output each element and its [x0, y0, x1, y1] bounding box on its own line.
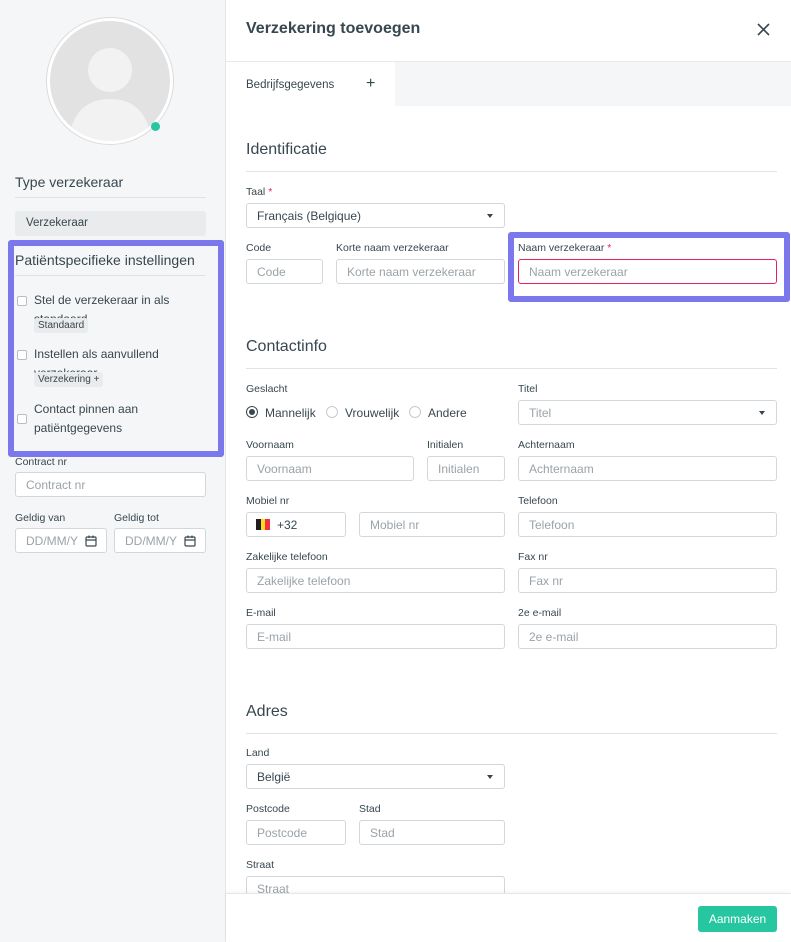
email2-label: 2e e-mail	[518, 607, 562, 619]
dialog-title: Verzekering toevoegen	[246, 20, 421, 37]
dialog: Verzekering toevoegen Bedrijfsgegevens +…	[226, 0, 791, 942]
city-label: Stad	[359, 803, 381, 815]
last-name-input[interactable]: Achternaam	[518, 456, 777, 481]
mobile-input[interactable]: Mobiel nr	[359, 512, 505, 537]
mobile-country-code[interactable]: +32	[246, 512, 346, 537]
last-name-label: Achternaam	[518, 439, 575, 451]
belgium-flag-icon	[256, 519, 270, 530]
close-icon[interactable]	[757, 23, 770, 36]
tab-company-details[interactable]: Bedrijfsgegevens +	[226, 62, 395, 107]
dialog-footer: Aanmaken	[226, 893, 791, 942]
initials-input[interactable]: Initialen	[427, 456, 505, 481]
country-label: Land	[246, 747, 270, 759]
gender-female-radio[interactable]	[326, 406, 338, 418]
tab-label: Bedrijfsgegevens	[246, 79, 335, 91]
online-status-dot	[151, 122, 160, 131]
calendar-icon	[184, 535, 196, 547]
valid-to-label: Geldig tot	[114, 512, 159, 524]
create-button[interactable]: Aanmaken	[698, 906, 777, 932]
divider	[246, 368, 777, 369]
fax-input[interactable]: Fax nr	[518, 568, 777, 593]
language-select[interactable]: Français (Belgique)	[246, 203, 505, 228]
valid-from-label: Geldig van	[15, 512, 66, 524]
email-input[interactable]: E-mail	[246, 624, 505, 649]
mobile-label: Mobiel nr	[246, 495, 290, 507]
gender-male-label: Mannelijk	[265, 406, 316, 420]
contract-label: Contract nr	[15, 456, 67, 468]
divider	[246, 171, 777, 172]
code-label: Code	[246, 242, 272, 254]
sidebar: Type verzekeraar Verzekeraar Patiëntspec…	[0, 0, 226, 942]
short-name-label: Korte naam verzekeraar	[336, 242, 449, 254]
postcode-label: Postcode	[246, 803, 290, 815]
add-tab-icon[interactable]: +	[366, 75, 375, 93]
initials-label: Initialen	[427, 439, 464, 451]
contact-title: Contactinfo	[246, 338, 327, 355]
country-select[interactable]: België	[246, 764, 505, 789]
gender-other-radio[interactable]	[409, 406, 421, 418]
title-select[interactable]: Titel	[518, 400, 777, 425]
insurer-name-input[interactable]: Naam verzekeraar	[518, 259, 777, 284]
valid-from-input[interactable]: DD/MM/Y	[15, 528, 107, 553]
email2-input[interactable]: 2e e-mail	[518, 624, 777, 649]
insurer-name-label: Naam verzekeraar *	[518, 242, 612, 254]
code-input[interactable]: Code	[246, 259, 323, 284]
street-label: Straat	[246, 859, 275, 871]
gender-label: Geslacht	[246, 383, 288, 395]
first-name-label: Voornaam	[246, 439, 294, 451]
gender-female-label: Vrouwelijk	[345, 406, 400, 420]
language-label: Taal *	[246, 186, 273, 198]
address-title: Adres	[246, 703, 288, 720]
valid-to-input[interactable]: DD/MM/Y	[114, 528, 206, 553]
calendar-icon	[85, 535, 97, 547]
work-phone-input[interactable]: Zakelijke telefoon	[246, 568, 505, 593]
short-name-input[interactable]: Korte naam verzekeraar	[336, 259, 505, 284]
divider	[15, 197, 206, 198]
work-phone-label: Zakelijke telefoon	[246, 551, 328, 563]
identification-title: Identificatie	[246, 141, 327, 158]
type-value[interactable]: Verzekeraar	[15, 211, 206, 236]
contract-input[interactable]: Contract nr	[15, 472, 206, 497]
phone-input[interactable]: Telefoon	[518, 512, 777, 537]
type-title: Type verzekeraar	[15, 174, 124, 190]
gender-other-label: Andere	[428, 406, 467, 420]
divider	[246, 733, 777, 734]
highlight-box	[8, 240, 224, 457]
email-label: E-mail	[246, 607, 276, 619]
first-name-input[interactable]: Voornaam	[246, 456, 414, 481]
gender-male-radio[interactable]	[246, 406, 258, 418]
phone-label: Telefoon	[518, 495, 558, 507]
title-label: Titel	[518, 383, 538, 395]
city-input[interactable]: Stad	[359, 820, 505, 845]
postcode-input[interactable]: Postcode	[246, 820, 346, 845]
fax-label: Fax nr	[518, 551, 548, 563]
